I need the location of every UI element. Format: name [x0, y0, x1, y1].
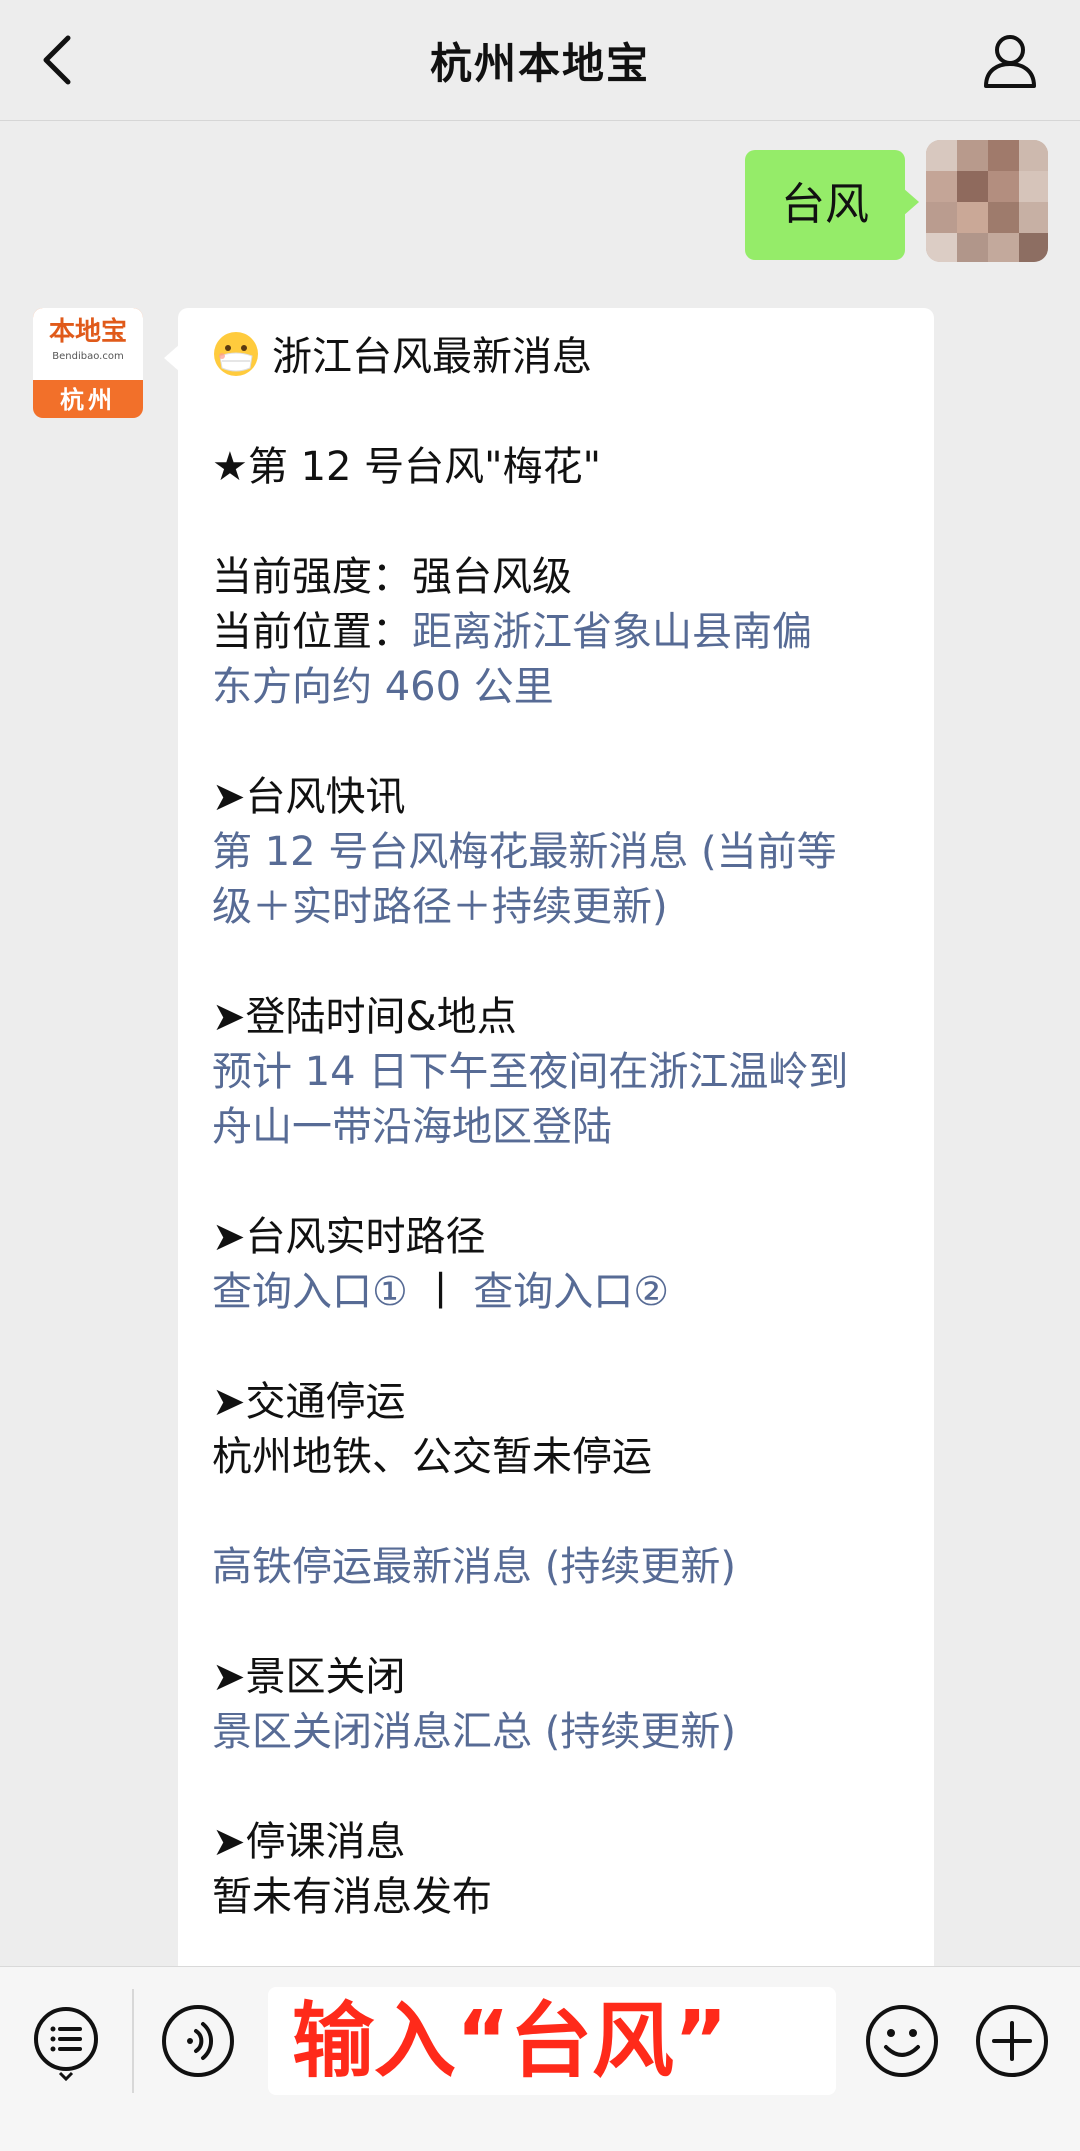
path-query-link-1[interactable]: 查询入口①	[212, 1269, 408, 1315]
rail-link[interactable]: 高铁停运最新消息 (持续更新)	[212, 1540, 912, 1595]
voice-icon[interactable]	[158, 2001, 238, 2081]
news-link-cont[interactable]: 级＋实时路径＋持续更新)	[212, 880, 912, 935]
position-row: 当前位置：距离浙江省象山县南偏	[212, 609, 812, 655]
section-landfall: ➤登陆时间&地点	[212, 994, 517, 1040]
landfall-link[interactable]: 预计 14 日下午至夜间在浙江温岭到	[212, 1045, 912, 1100]
page-title: 杭州本地宝	[429, 39, 650, 88]
typhoon-name: ★第 12 号台风"梅花"	[212, 444, 601, 490]
message-input-value: 输入“台风”	[292, 1994, 728, 2089]
news-link[interactable]: 第 12 号台风梅花最新消息 (当前等	[212, 825, 912, 880]
mask-face-emoji-icon	[214, 332, 258, 376]
intensity-row: 当前强度：强台风级	[212, 554, 572, 600]
path-separator: 丨	[420, 1269, 461, 1315]
smiley-icon[interactable]	[862, 2001, 942, 2081]
bendibao-logo: 本地宝 Bendibao.com	[33, 308, 143, 380]
message-input[interactable]: 输入“台风”	[268, 1987, 836, 2095]
bottom-input-bar: 输入“台风”	[0, 1966, 1080, 2151]
person-icon[interactable]	[980, 30, 1040, 90]
section-news: ➤台风快讯	[212, 774, 406, 820]
my-avatar[interactable]	[926, 140, 1048, 262]
incoming-message-bubble: 浙江台风最新消息 ★第 12 号台风"梅花" 当前强度：强台风级 当前位置：距离…	[164, 308, 934, 2008]
section-scenic: ➤景区关闭	[212, 1654, 406, 1700]
header-bar: 杭州本地宝	[0, 0, 1080, 121]
bot-city-label: 杭州	[60, 386, 116, 414]
message-heading: 浙江台风最新消息	[212, 330, 912, 385]
traffic-text: 杭州地铁、公交暂未停运	[212, 1434, 652, 1480]
section-school: ➤停课消息	[212, 1819, 406, 1865]
outgoing-message-bubble[interactable]: 台风	[745, 150, 919, 260]
position-link-cont[interactable]: 东方向约 460 公里	[212, 660, 912, 715]
plus-icon[interactable]	[972, 2001, 1052, 2081]
section-traffic: ➤交通停运	[212, 1379, 406, 1425]
path-query-link-2[interactable]: 查询入口②	[473, 1269, 669, 1315]
menu-list-icon[interactable]	[26, 2001, 106, 2081]
position-link[interactable]: 距离浙江省象山县南偏	[412, 609, 812, 655]
bar-divider	[132, 1989, 134, 2093]
scenic-link[interactable]: 景区关闭消息汇总 (持续更新)	[212, 1705, 912, 1760]
landfall-link-cont[interactable]: 舟山一带沿海地区登陆	[212, 1100, 912, 1155]
bot-avatar[interactable]: 本地宝 Bendibao.com 杭州	[33, 308, 143, 418]
school-text: 暂未有消息发布	[212, 1874, 492, 1920]
section-path: ➤台风实时路径	[212, 1214, 486, 1260]
path-links-row: 查询入口① 丨 查询入口②	[212, 1265, 912, 1320]
